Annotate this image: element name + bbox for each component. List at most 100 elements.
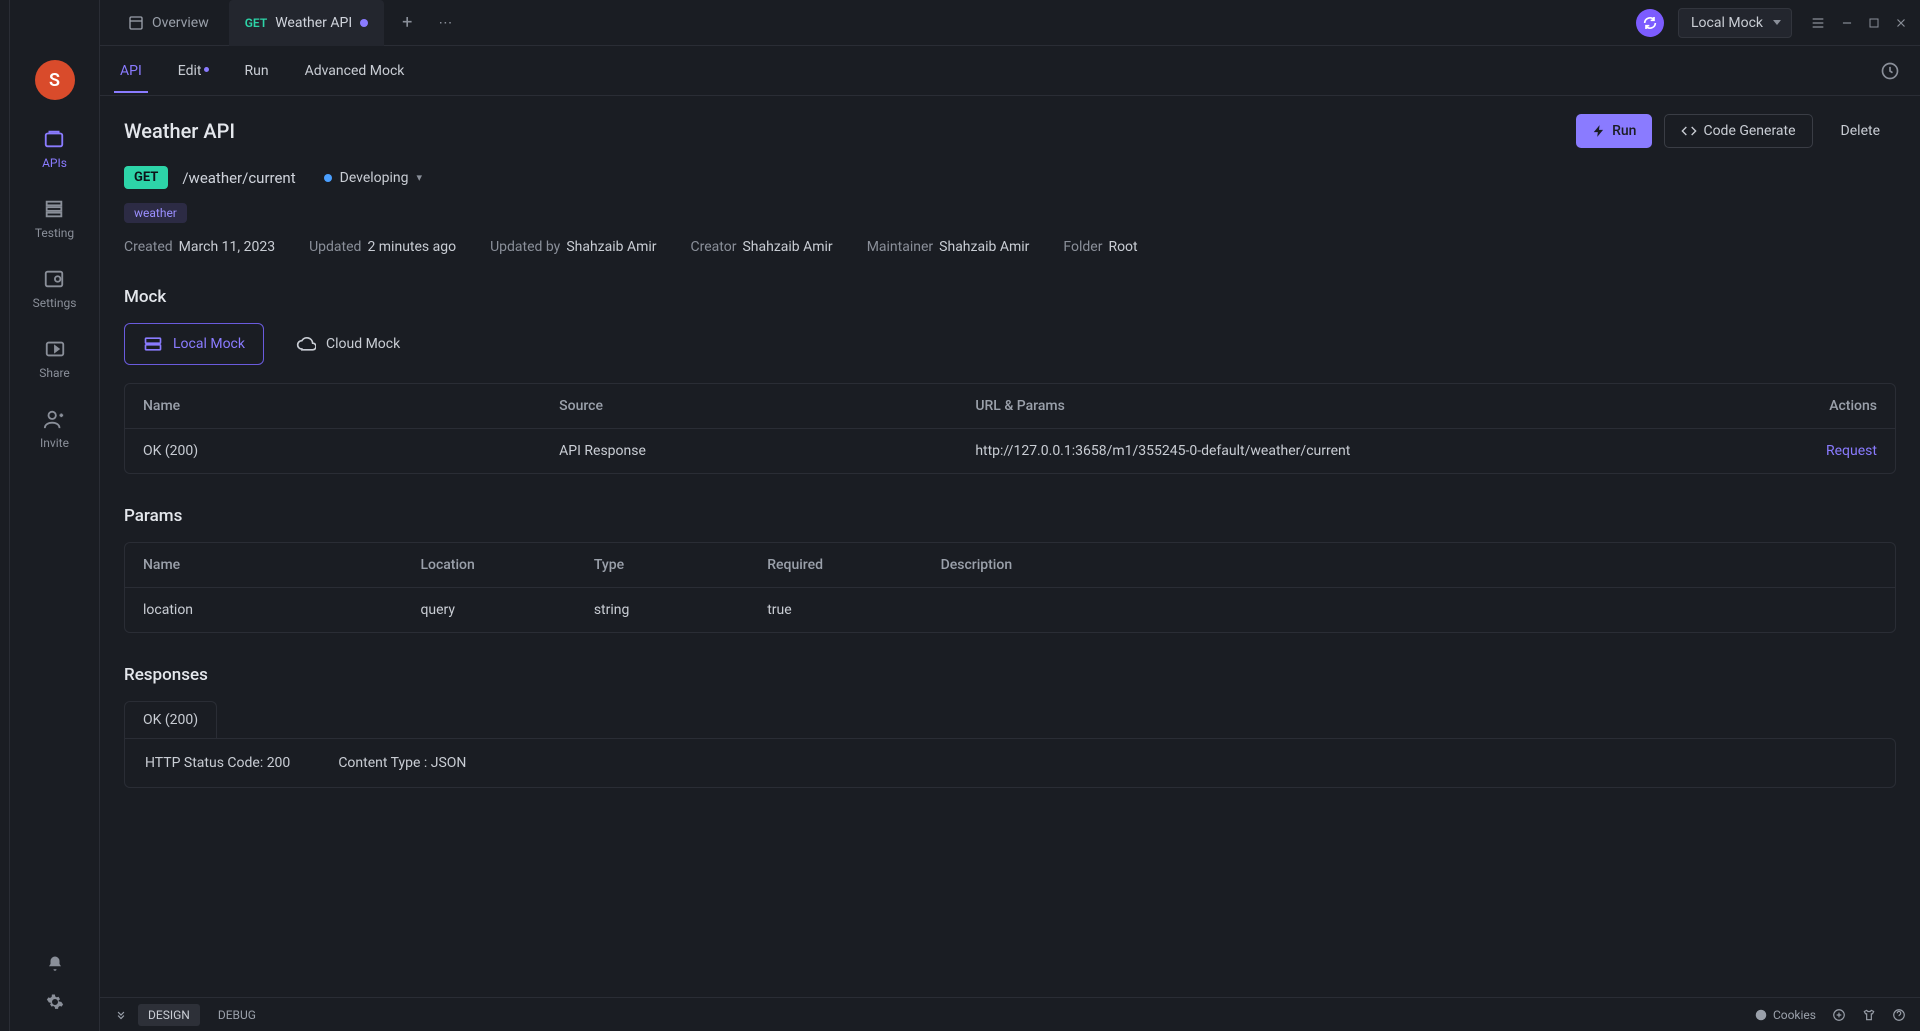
- code-generate-label: Code Generate: [1703, 123, 1795, 139]
- recycle-icon[interactable]: [1832, 1008, 1846, 1022]
- environment-select[interactable]: Local Mock: [1678, 8, 1792, 38]
- refresh-icon: [1642, 15, 1658, 31]
- response-details: HTTP Status Code: 200 Content Type : JSO…: [124, 738, 1896, 788]
- params-header-required: Required: [767, 557, 940, 573]
- sidebar-item-label: Invite: [40, 436, 69, 450]
- run-button[interactable]: Run: [1576, 114, 1652, 148]
- bell-icon[interactable]: [46, 955, 64, 973]
- chevron-down-icon: ▾: [417, 171, 423, 184]
- code-icon: [1681, 123, 1697, 139]
- settings-panel-icon: [43, 268, 65, 290]
- new-tab-button[interactable]: +: [388, 12, 426, 33]
- tab-method-label: GET: [245, 16, 267, 30]
- subnav-advanced-mock[interactable]: Advanced Mock: [305, 49, 405, 93]
- params-header-location: Location: [420, 557, 593, 573]
- param-name: location: [143, 602, 420, 618]
- bottom-bar: DESIGN DEBUG Cookies: [100, 997, 1920, 1031]
- sidebar-item-label: APIs: [42, 156, 67, 170]
- response-status: HTTP Status Code: 200: [145, 755, 290, 771]
- subnav-run[interactable]: Run: [245, 49, 269, 93]
- code-generate-button[interactable]: Code Generate: [1664, 114, 1812, 148]
- content-area: Weather API Run Code Generate D: [100, 96, 1920, 997]
- meta-updatedby-label: Updated by: [490, 239, 560, 255]
- meta-created-label: Created: [124, 239, 173, 255]
- status-label: Developing: [340, 170, 409, 186]
- sidebar-item-share[interactable]: Share: [39, 338, 70, 380]
- params-header-name: Name: [143, 557, 420, 573]
- subnav-edit-label: Edit: [178, 63, 202, 79]
- sidebar-item-label: Testing: [35, 226, 74, 240]
- cloud-icon: [296, 334, 316, 354]
- tab-weather-api[interactable]: GET Weather API: [229, 0, 384, 46]
- sidebar-item-apis[interactable]: APIs: [42, 128, 67, 170]
- mock-header-actions: Actions: [1704, 398, 1877, 414]
- maximize-icon[interactable]: [1868, 17, 1880, 29]
- params-section-title: Params: [124, 506, 1896, 526]
- history-icon[interactable]: [1880, 61, 1900, 81]
- status-dropdown[interactable]: Developing ▾: [324, 170, 422, 186]
- mock-table-row: OK (200) API Response http://127.0.0.1:3…: [125, 429, 1895, 473]
- local-mock-label: Local Mock: [173, 336, 245, 352]
- tab-bar: Overview GET Weather API + ⋯ Local Mock: [100, 0, 1920, 46]
- sidebar-item-testing[interactable]: Testing: [35, 198, 74, 240]
- subnav-edit[interactable]: Edit: [178, 49, 209, 93]
- testing-icon: [43, 198, 65, 220]
- avatar[interactable]: S: [35, 60, 75, 100]
- bottom-design-button[interactable]: DESIGN: [138, 1004, 200, 1026]
- param-location: query: [420, 602, 593, 618]
- param-description: [941, 602, 1877, 618]
- tshirt-icon[interactable]: [1862, 1008, 1876, 1022]
- mock-row-name: OK (200): [143, 443, 559, 459]
- tab-overview[interactable]: Overview: [112, 0, 225, 46]
- environment-label: Local Mock: [1691, 15, 1763, 31]
- mock-section-title: Mock: [124, 287, 1896, 307]
- sync-button[interactable]: [1636, 9, 1664, 37]
- meta-folder-value: Root: [1108, 239, 1137, 255]
- method-badge: GET: [124, 166, 168, 189]
- mock-header-name: Name: [143, 398, 559, 414]
- sidebar-item-invite[interactable]: Invite: [40, 408, 69, 450]
- sidebar-item-settings[interactable]: Settings: [33, 268, 77, 310]
- responses-section-title: Responses: [124, 665, 1896, 685]
- main-area: Overview GET Weather API + ⋯ Local Mock: [100, 0, 1920, 1031]
- sub-nav: API Edit Run Advanced Mock: [100, 46, 1920, 96]
- meta-creator-label: Creator: [691, 239, 737, 255]
- meta-updated-label: Updated: [309, 239, 361, 255]
- help-icon[interactable]: [1892, 1008, 1906, 1022]
- tab-title-label: Weather API: [275, 15, 352, 31]
- tab-more-icon[interactable]: ⋯: [430, 15, 460, 31]
- subnav-api[interactable]: API: [120, 49, 142, 93]
- lightning-icon: [1592, 124, 1606, 138]
- edit-dot-icon: [204, 67, 209, 72]
- response-content-type: Content Type : JSON: [338, 755, 466, 771]
- page-title: Weather API: [124, 119, 235, 143]
- server-icon: [143, 334, 163, 354]
- cookies-label: Cookies: [1773, 1008, 1816, 1022]
- meta-maintainer-label: Maintainer: [867, 239, 933, 255]
- meta-updatedby-value: Shahzaib Amir: [566, 239, 656, 255]
- delete-button[interactable]: Delete: [1825, 114, 1896, 148]
- mock-header-url: URL & Params: [975, 398, 1703, 414]
- minimize-icon[interactable]: [1840, 16, 1854, 30]
- tag-chip[interactable]: weather: [124, 203, 187, 223]
- far-left-strip: [0, 0, 10, 1031]
- run-button-label: Run: [1612, 123, 1636, 139]
- bottom-debug-button[interactable]: DEBUG: [210, 1004, 264, 1026]
- gear-icon[interactable]: [46, 993, 64, 1011]
- overview-icon: [128, 15, 144, 31]
- response-tab[interactable]: OK (200): [124, 701, 217, 738]
- params-header-description: Description: [941, 557, 1877, 573]
- cloud-mock-button[interactable]: Cloud Mock: [278, 323, 418, 365]
- cookies-button[interactable]: Cookies: [1754, 1008, 1816, 1022]
- unsaved-dot-icon: [360, 19, 368, 27]
- meta-row: CreatedMarch 11, 2023 Updated2 minutes a…: [124, 239, 1896, 255]
- local-mock-button[interactable]: Local Mock: [124, 323, 264, 365]
- mock-table: Name Source URL & Params Actions OK (200…: [124, 383, 1896, 474]
- meta-created-value: March 11, 2023: [179, 239, 275, 255]
- menu-icon[interactable]: [1810, 15, 1826, 31]
- sidebar-item-label: Settings: [33, 296, 77, 310]
- mock-row-request-link[interactable]: Request: [1826, 443, 1877, 459]
- close-icon[interactable]: [1894, 16, 1908, 30]
- expand-bottom-icon[interactable]: [114, 1008, 128, 1022]
- params-table: Name Location Type Required Description …: [124, 542, 1896, 633]
